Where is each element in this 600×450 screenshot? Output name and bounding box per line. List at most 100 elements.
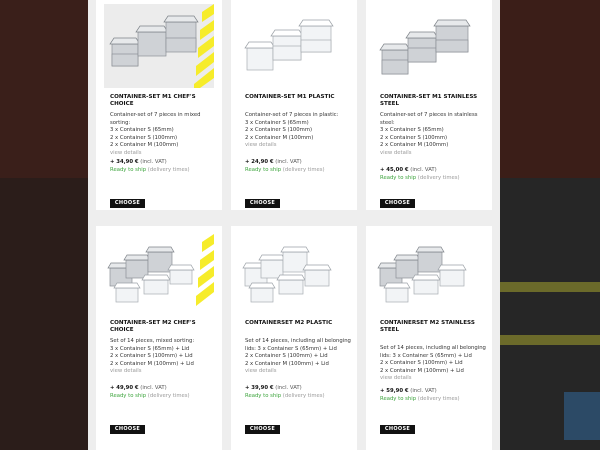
choose-button[interactable]: CHOOSE xyxy=(380,199,415,208)
vat-note: (incl. VAT) xyxy=(275,159,302,165)
vat-note: (incl. VAT) xyxy=(140,385,167,391)
shipping-status: Ready to ship (delivery times) xyxy=(110,167,190,173)
product-selection-modal: CONTAINER-SET M1 CHEF'S CHOICE Container… xyxy=(88,0,500,450)
product-image xyxy=(104,4,214,88)
choose-button[interactable]: CHOOSE xyxy=(245,199,280,208)
product-card: CONTAINERSET M2 STAINLESS STEEL Set of 1… xyxy=(366,226,492,450)
desc-line: 2 x Container M (100mm) + Lid xyxy=(380,367,464,374)
ready-to-ship: Ready to ship xyxy=(380,396,417,402)
product-title: CONTAINER-SET M1 PLASTIC xyxy=(245,94,335,100)
choose-button[interactable]: CHOOSE xyxy=(380,425,415,434)
desc-line: 2 x Container S (100mm) xyxy=(380,134,448,141)
delivery-times-link[interactable]: (delivery times) xyxy=(283,393,325,399)
price-value: + 34,90 € xyxy=(110,159,139,165)
product-description: Container-set of 7 pieces in mixed sorti… xyxy=(110,112,220,158)
shipping-status: Ready to ship (delivery times) xyxy=(380,396,460,402)
product-image xyxy=(374,4,484,88)
view-details-link[interactable]: view details xyxy=(380,375,490,383)
product-image xyxy=(374,230,484,314)
view-details-link[interactable]: view details xyxy=(110,368,220,376)
delivery-times-link[interactable]: (delivery times) xyxy=(418,175,460,181)
desc-line: Container-set of 7 pieces in stainless xyxy=(380,112,478,118)
product-title: CONTAINER-SET M2 CHEF'S CHOICE xyxy=(110,320,196,333)
product-card: CONTAINER-SET M1 PLASTIC Container-set o… xyxy=(231,0,357,210)
product-card: CONTAINER-SET M1 CHEF'S CHOICE Container… xyxy=(96,0,222,210)
ready-to-ship: Ready to ship xyxy=(110,393,147,399)
product-price: + 49,90 € (incl. VAT) xyxy=(110,385,167,391)
desc-line: steel: xyxy=(380,119,395,126)
desc-line: Set of 14 pieces, including all belongin… xyxy=(380,345,486,351)
view-details-link[interactable]: view details xyxy=(245,142,355,150)
product-title: CONTAINER-SET M1 CHEF'S CHOICE xyxy=(110,94,196,107)
ready-to-ship: Ready to ship xyxy=(245,167,282,173)
vat-note: (incl. VAT) xyxy=(410,388,437,394)
choose-button[interactable]: CHOOSE xyxy=(110,425,145,434)
background-right xyxy=(500,0,600,450)
choose-button[interactable]: CHOOSE xyxy=(245,425,280,434)
product-title: CONTAINERSET M2 PLASTIC xyxy=(245,320,333,326)
product-description: Container-set of 7 pieces in stainless s… xyxy=(380,112,490,158)
product-image xyxy=(239,4,349,88)
view-details-link[interactable]: view details xyxy=(245,368,355,376)
product-card: CONTAINER-SET M2 CHEF'S CHOICE Set of 14… xyxy=(96,226,222,450)
price-value: + 45,00 € xyxy=(380,167,409,173)
desc-line: 2 x Container S (100mm) + Lid xyxy=(245,353,328,360)
delivery-times-link[interactable]: (delivery times) xyxy=(148,167,190,173)
desc-line: Container-set of 7 pieces in mixed sorti… xyxy=(110,112,201,126)
ready-to-ship: Ready to ship xyxy=(110,167,147,173)
product-title: CONTAINERSET M2 STAINLESS STEEL xyxy=(380,320,475,333)
background-left xyxy=(0,0,88,450)
price-value: + 49,90 € xyxy=(110,385,139,391)
product-price: + 39,90 € (incl. VAT) xyxy=(245,385,302,391)
desc-line: 2 x Container S (100mm) xyxy=(245,127,313,134)
shipping-status: Ready to ship (delivery times) xyxy=(380,175,460,181)
desc-line: 3 x Container S (65mm) xyxy=(110,127,174,134)
product-price: + 34,90 € (incl. VAT) xyxy=(110,159,167,165)
price-value: + 24,90 € xyxy=(245,159,274,165)
vat-note: (incl. VAT) xyxy=(410,167,437,173)
desc-line: lids: 3 x Container S (65mm) + Lid xyxy=(245,345,337,352)
desc-line: 2 x Container M (100mm) + Lid xyxy=(245,360,329,367)
desc-line: Set of 14 pieces, mixed sorting: xyxy=(110,338,195,344)
desc-line: 2 x Container S (100mm) xyxy=(110,134,178,141)
desc-line: 2 x Container M (100mm) xyxy=(245,134,314,141)
desc-line: 2 x Container M (100mm) xyxy=(380,142,449,149)
product-card: CONTAINERSET M2 PLASTIC Set of 14 pieces… xyxy=(231,226,357,450)
product-price: + 45,00 € (incl. VAT) xyxy=(380,167,437,173)
product-title: CONTAINER-SET M1 STAINLESS STEEL xyxy=(380,94,478,107)
product-image xyxy=(239,230,349,314)
delivery-times-link[interactable]: (delivery times) xyxy=(283,167,325,173)
desc-line: 3 x Container S (65mm) xyxy=(380,127,444,134)
ready-to-ship: Ready to ship xyxy=(245,393,282,399)
desc-line: 2 x Container M (100mm) xyxy=(110,142,179,149)
desc-line: Container-set of 7 pieces in plastic: xyxy=(245,112,339,118)
view-details-link[interactable]: view details xyxy=(380,150,490,158)
desc-line: Set of 14 pieces, including all belongin… xyxy=(245,338,351,344)
product-card: CONTAINER-SET M1 STAINLESS STEEL Contain… xyxy=(366,0,492,210)
view-details-link[interactable]: view details xyxy=(110,150,220,158)
product-description: Container-set of 7 pieces in plastic: 3 … xyxy=(245,112,355,150)
ready-to-ship: Ready to ship xyxy=(380,175,417,181)
vat-note: (incl. VAT) xyxy=(275,385,302,391)
shipping-status: Ready to ship (delivery times) xyxy=(245,393,325,399)
product-description: Set of 14 pieces, including all belongin… xyxy=(245,338,355,376)
shipping-status: Ready to ship (delivery times) xyxy=(110,393,190,399)
price-value: + 59,90 € xyxy=(380,388,409,394)
desc-line: 2 x Container S (100mm) + Lid xyxy=(110,353,193,360)
desc-line: lids: 3 x Container S (65mm) + Lid xyxy=(380,352,472,359)
product-description: Set of 14 pieces, including all belongin… xyxy=(380,345,490,383)
product-image xyxy=(104,230,214,314)
desc-line: 3 x Container S (65mm) xyxy=(245,119,309,126)
desc-line: 3 x Container S (65mm) + Lid xyxy=(110,345,190,352)
desc-line: 2 x Container S (100mm) + Lid xyxy=(380,360,463,367)
delivery-times-link[interactable]: (delivery times) xyxy=(148,393,190,399)
price-value: + 39,90 € xyxy=(245,385,274,391)
product-description: Set of 14 pieces, mixed sorting: 3 x Con… xyxy=(110,338,220,376)
vat-note: (incl. VAT) xyxy=(140,159,167,165)
desc-line: 2 x Container M (100mm) + Lid xyxy=(110,360,194,367)
product-price: + 24,90 € (incl. VAT) xyxy=(245,159,302,165)
product-price: + 59,90 € (incl. VAT) xyxy=(380,388,437,394)
shipping-status: Ready to ship (delivery times) xyxy=(245,167,325,173)
delivery-times-link[interactable]: (delivery times) xyxy=(418,396,460,402)
choose-button[interactable]: CHOOSE xyxy=(110,199,145,208)
